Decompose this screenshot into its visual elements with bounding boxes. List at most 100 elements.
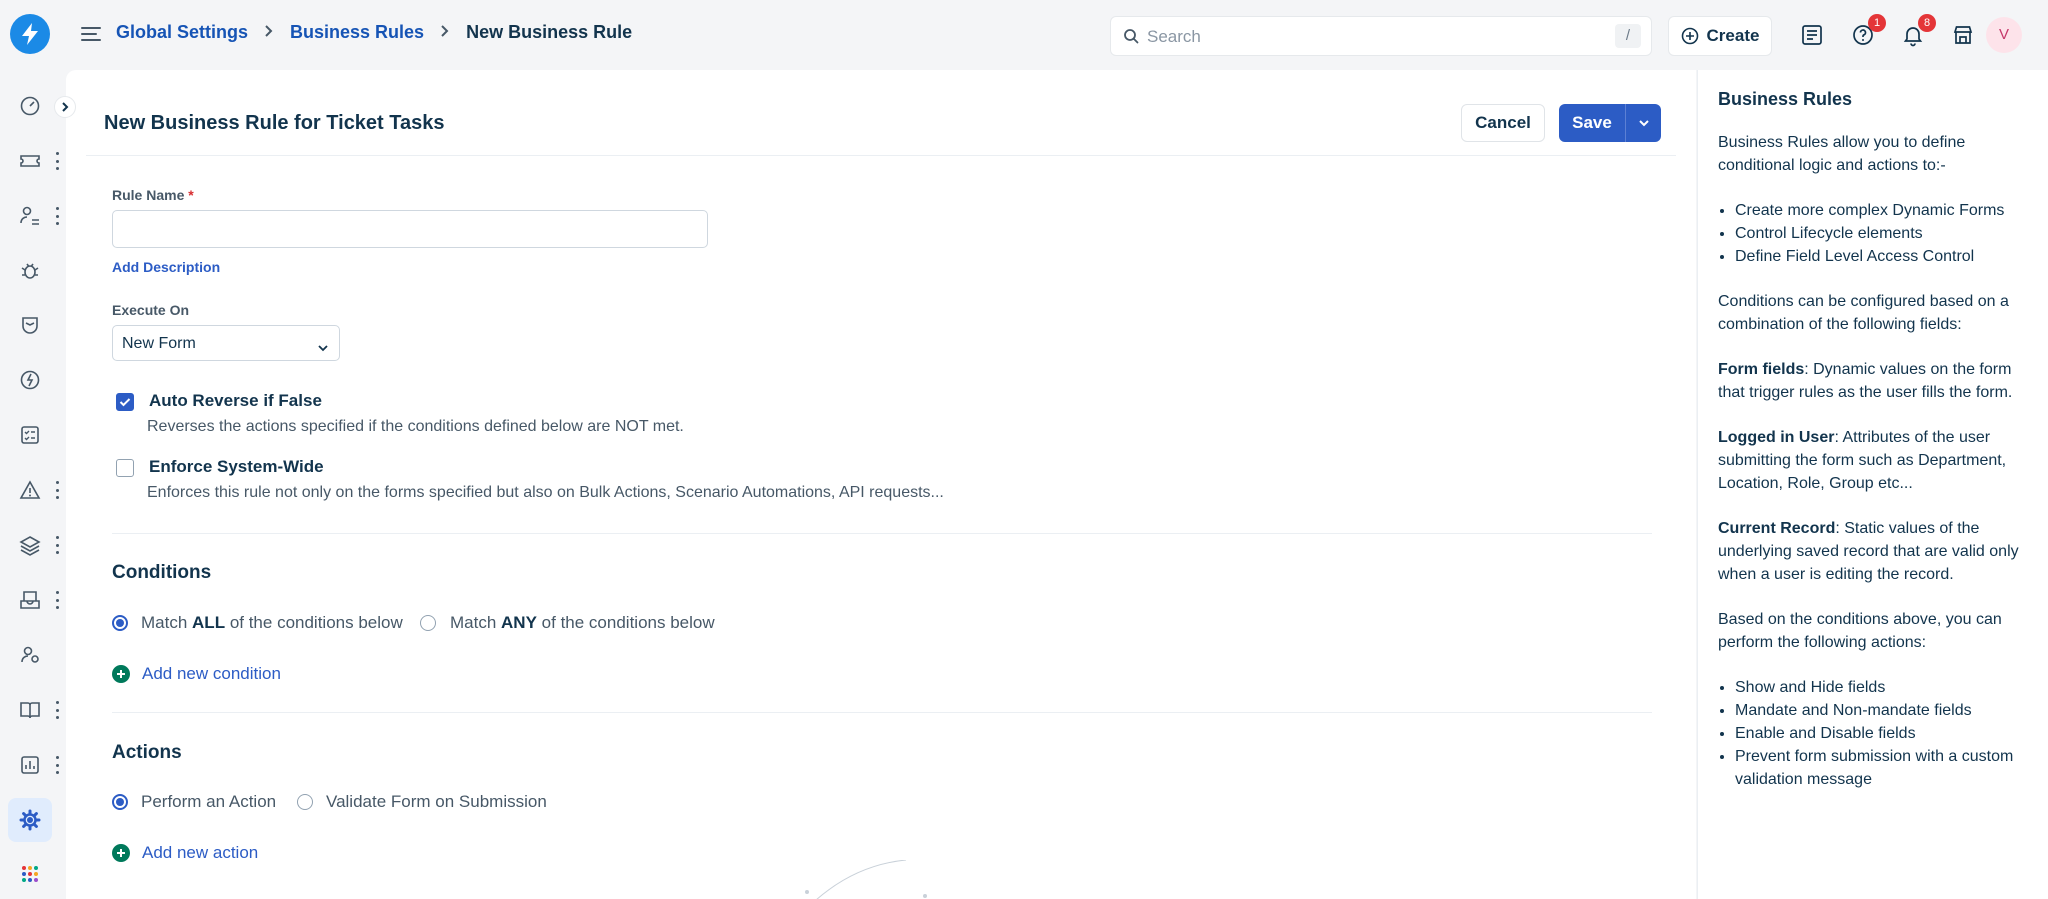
match-all-radio[interactable] [112, 615, 128, 631]
add-new-action-link[interactable]: Add new action [112, 843, 258, 863]
list-item: Show and Hide fields [1735, 676, 2030, 699]
perform-action-radio[interactable] [112, 794, 128, 810]
list-item: Create more complex Dynamic Forms [1735, 199, 2030, 222]
layers-icon[interactable] [12, 527, 48, 563]
breadcrumb-business-rules[interactable]: Business Rules [290, 22, 424, 43]
list-item: Mandate and Non-mandate fields [1735, 699, 2030, 722]
auto-reverse-checkbox[interactable] [116, 393, 134, 411]
more-dots-icon[interactable] [54, 701, 60, 719]
ticket-icon[interactable] [12, 143, 48, 179]
help-actions-list: Show and Hide fields Mandate and Non-man… [1735, 676, 2030, 791]
help-intro: Business Rules allow you to define condi… [1718, 134, 1966, 174]
help-badge: 1 [1868, 14, 1886, 32]
enforce-system-wide-description: Enforces this rule not only on the forms… [147, 484, 944, 501]
help-capabilities-list: Create more complex Dynamic Forms Contro… [1735, 199, 2030, 268]
search-bar[interactable]: Search / [1110, 16, 1652, 56]
search-shortcut: / [1615, 24, 1641, 48]
execute-on-select[interactable]: New Form [112, 325, 340, 361]
book-icon[interactable] [12, 692, 48, 728]
dashboard-icon[interactable] [12, 88, 48, 124]
cancel-button[interactable]: Cancel [1461, 104, 1545, 142]
checklist-icon[interactable] [12, 417, 48, 453]
avatar[interactable]: V [1986, 17, 2022, 53]
chevron-right-icon [264, 22, 274, 43]
search-input[interactable]: Search [1147, 27, 1201, 47]
header-divider [86, 155, 1676, 156]
plus-circle-icon [112, 844, 130, 862]
enforce-system-wide-title: Enforce System-Wide [149, 457, 324, 476]
assets-icon[interactable] [12, 198, 48, 234]
help-icon[interactable]: 1 [1848, 14, 1886, 50]
required-mark: * [188, 187, 194, 203]
enforce-system-wide-checkbox[interactable] [116, 459, 134, 477]
analytics-icon[interactable] [12, 747, 48, 783]
create-button[interactable]: Create [1668, 16, 1772, 56]
top-bar: Global Settings Business Rules New Busin… [0, 0, 2048, 70]
apps-grid-icon[interactable] [12, 856, 48, 892]
store-icon[interactable] [1948, 20, 1978, 50]
warning-icon[interactable] [12, 472, 48, 508]
users-icon[interactable] [12, 637, 48, 673]
bug-icon[interactable] [12, 252, 48, 288]
search-icon [1123, 28, 1139, 49]
more-dots-icon[interactable] [54, 756, 60, 774]
tasks-list-icon[interactable] [1797, 20, 1827, 50]
save-button[interactable]: Save [1559, 104, 1661, 142]
conditions-title: Conditions [112, 562, 212, 583]
section-divider [112, 533, 1652, 534]
more-dots-icon[interactable] [54, 207, 60, 225]
chevron-down-icon [317, 339, 329, 357]
auto-reverse-title: Auto Reverse if False [149, 391, 322, 410]
checkmark-icon [119, 398, 131, 407]
page-title: New Business Rule for Ticket Tasks [104, 112, 445, 134]
execute-on-label: Execute On [112, 302, 190, 318]
changes-icon[interactable] [12, 362, 48, 398]
chevron-right-icon [440, 22, 450, 43]
main-content: New Business Rule for Ticket Tasks Cance… [66, 70, 1696, 899]
menu-icon[interactable] [80, 24, 106, 46]
plus-circle-icon [1681, 27, 1698, 45]
notifications-badge: 8 [1918, 14, 1936, 32]
add-new-condition-link[interactable]: Add new condition [112, 664, 281, 684]
actions-title: Actions [112, 742, 182, 763]
chevron-right-icon [62, 102, 69, 112]
breadcrumb-global-settings[interactable]: Global Settings [116, 22, 248, 43]
help-title: Business Rules [1718, 89, 1853, 109]
match-all-label[interactable]: Match ALL of the conditions below [141, 613, 403, 633]
rule-name-label: Rule Name * [112, 187, 194, 203]
bell-icon[interactable]: 8 [1898, 14, 1936, 50]
create-label: Create [1706, 26, 1760, 45]
inbox-icon[interactable] [12, 582, 48, 618]
app-logo-icon[interactable] [10, 14, 50, 54]
left-sidebar [0, 70, 66, 899]
decorative-curve [805, 860, 927, 899]
perform-action-label[interactable]: Perform an Action [141, 792, 276, 812]
help-logged-user: Logged in User: Attributes of the user s… [1718, 429, 2007, 492]
help-form-fields: Form fields: Dynamic values on the form … [1718, 361, 2013, 401]
match-any-radio[interactable] [420, 615, 436, 631]
match-any-label[interactable]: Match ANY of the conditions below [450, 613, 715, 633]
rule-name-input[interactable] [112, 210, 708, 248]
shield-icon[interactable] [12, 307, 48, 343]
validate-form-radio[interactable] [297, 794, 313, 810]
section-divider [112, 712, 1652, 713]
breadcrumb-current: New Business Rule [466, 22, 633, 42]
add-description-link[interactable]: Add Description [112, 259, 220, 275]
settings-gear-icon[interactable] [8, 798, 52, 842]
more-dots-icon[interactable] [54, 152, 60, 170]
save-options-chevron-down-icon[interactable] [1626, 119, 1661, 127]
list-item: Control Lifecycle elements [1735, 222, 2030, 245]
list-item: Prevent form submission with a custom va… [1735, 745, 2030, 791]
help-actions-intro: Based on the conditions above, you can p… [1718, 611, 2002, 651]
help-current-record: Current Record: Static values of the und… [1718, 520, 2019, 583]
more-dots-icon[interactable] [54, 481, 60, 499]
help-conditions-intro: Conditions can be configured based on a … [1718, 293, 2009, 333]
collapse-sidebar-button[interactable] [54, 96, 76, 118]
execute-on-value: New Form [122, 335, 196, 352]
more-dots-icon[interactable] [54, 536, 60, 554]
list-item: Define Field Level Access Control [1735, 245, 2030, 268]
add-new-action-label: Add new action [142, 843, 259, 862]
more-dots-icon[interactable] [54, 591, 60, 609]
breadcrumb: Global Settings Business Rules New Busin… [116, 22, 632, 43]
validate-form-label[interactable]: Validate Form on Submission [326, 792, 547, 812]
